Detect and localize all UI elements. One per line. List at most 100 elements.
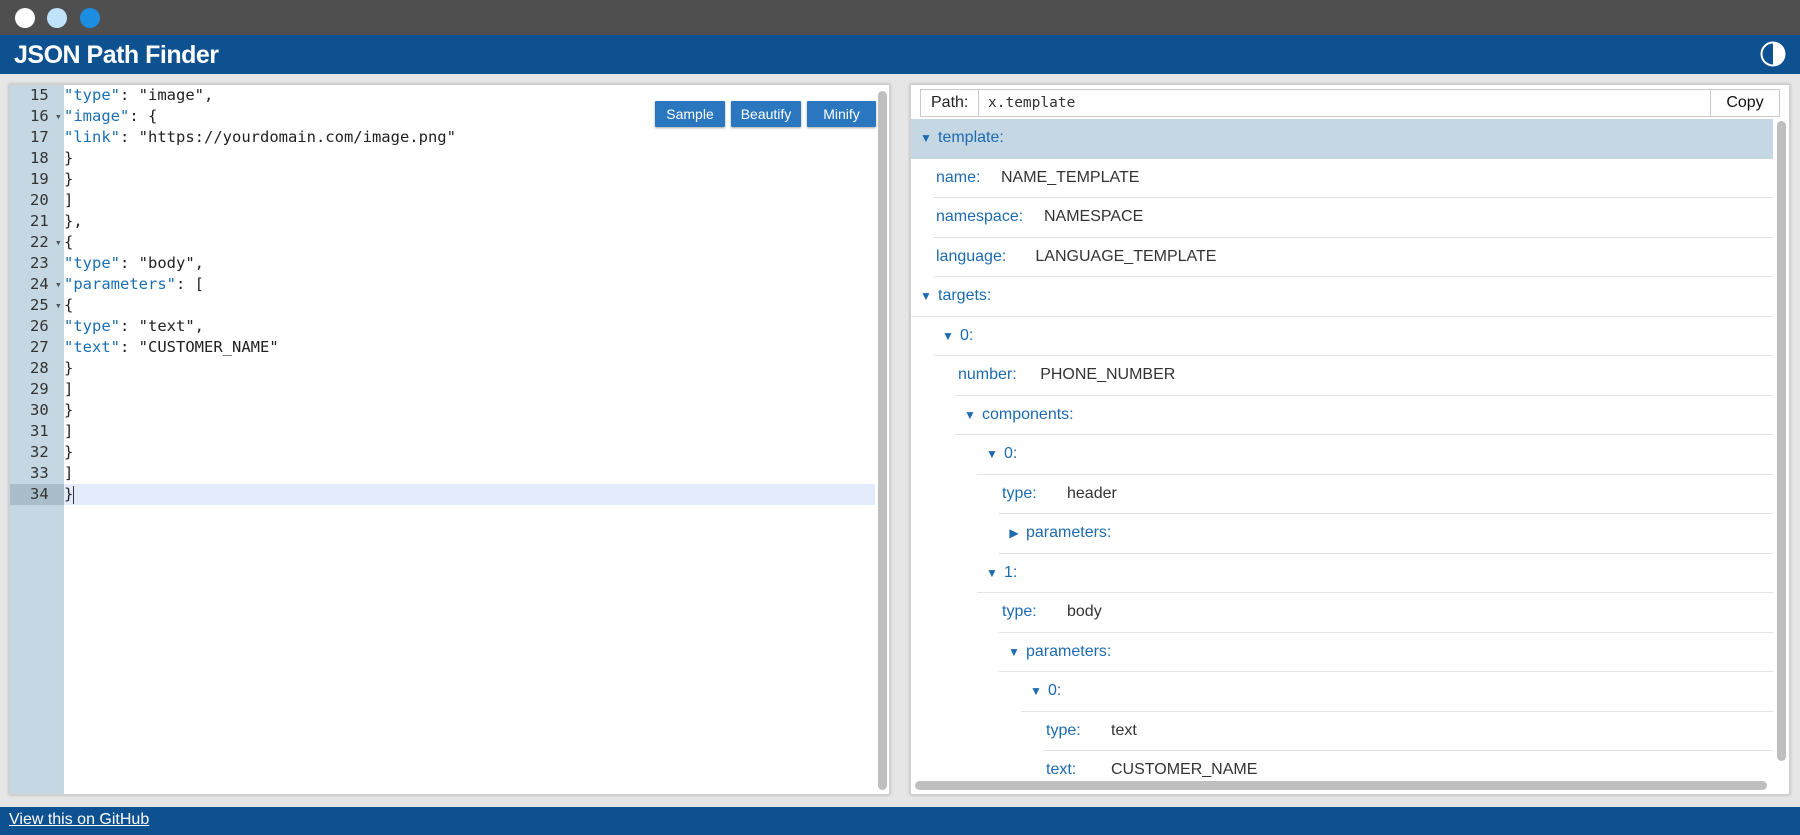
code-punct: : (120, 317, 139, 335)
tree-row[interactable]: language: LANGUAGE_TEMPLATE (933, 238, 1773, 277)
code-punct: : (120, 254, 139, 272)
tree-row[interactable]: namespace: NAMESPACE (933, 198, 1773, 238)
editor-vertical-scrollbar[interactable] (878, 91, 887, 790)
app-header: JSON Path Finder (0, 35, 1800, 74)
tree-key: 0: (1004, 445, 1018, 462)
main-area: 15 16 ▾ 17 18 19 20 21 22 ▾ 23 24 ▾ 25 ▾ 26 27 28 29 30 31 32… (0, 74, 1800, 807)
code-line[interactable]: "link": "https://yourdomain.com/image.pn… (64, 127, 875, 148)
tree-row[interactable]: type: header (999, 475, 1773, 514)
tree-row[interactable]: ▼ 0: (1021, 672, 1773, 712)
code-line[interactable]: } (64, 169, 875, 190)
code-line[interactable]: "type": "body", (64, 253, 875, 274)
tree-row[interactable]: name: NAME_TEMPLATE (933, 159, 1773, 198)
code-key: "type" (64, 86, 120, 104)
code-string: "image" (138, 86, 204, 104)
line-number-text: 15 (30, 86, 49, 104)
code-line[interactable]: } (64, 442, 875, 463)
tree-row[interactable]: ▼ targets: (911, 277, 1773, 317)
tree-key: 1: (1004, 563, 1018, 581)
json-editor[interactable]: 15 16 ▾ 17 18 19 20 21 22 ▾ 23 24 ▾ 25 ▾ 26 27 28 29 30 31 32… (9, 84, 890, 795)
line-number-text: 19 (30, 170, 49, 188)
caret-down-icon[interactable]: ▼ (1007, 633, 1021, 671)
tree-key: 0: (960, 326, 974, 344)
copy-button[interactable]: Copy (1710, 90, 1779, 116)
fold-caret-icon[interactable]: ▾ (55, 295, 62, 316)
code-line[interactable]: ] (64, 190, 875, 211)
path-bar: Path: Copy (920, 89, 1780, 117)
line-number: 34 (10, 484, 64, 505)
code-line[interactable]: ] (64, 463, 875, 484)
tree-row[interactable]: ▼ components: (955, 396, 1773, 435)
code-line[interactable]: "type": "text", (64, 316, 875, 337)
code-line[interactable]: { (64, 295, 875, 316)
line-number-text: 20 (30, 191, 49, 209)
tree-row[interactable]: ▼ 0: (977, 435, 1773, 475)
tree-row[interactable]: ▼ parameters: (999, 633, 1773, 672)
theme-toggle-icon[interactable] (1759, 40, 1787, 68)
line-number: 20 (10, 190, 64, 211)
code-area[interactable]: "type": "image", "image": {"link": "https… (64, 85, 875, 794)
tree-value: LANGUAGE_TEMPLATE (1035, 247, 1217, 265)
caret-down-icon[interactable]: ▼ (963, 396, 977, 434)
tree-row[interactable]: ▼ 1: (977, 554, 1773, 593)
caret-down-icon[interactable]: ▼ (985, 435, 999, 473)
line-number-text: 18 (30, 149, 49, 167)
window-minimize-button[interactable] (47, 8, 67, 28)
window-maximize-button[interactable] (80, 8, 100, 28)
tree-key: parameters: (1026, 524, 1112, 541)
fold-caret-icon[interactable]: ▾ (55, 106, 62, 127)
tree-row[interactable]: ▼ template: (911, 119, 1773, 159)
tree-row[interactable]: type: body (999, 593, 1773, 633)
caret-down-icon[interactable]: ▼ (919, 119, 933, 157)
line-number-gutter: 15 16 ▾ 17 18 19 20 21 22 ▾ 23 24 ▾ 25 ▾ 26 27 28 29 30 31 32… (10, 85, 64, 794)
window-close-button[interactable] (15, 8, 35, 28)
path-label: Path: (921, 90, 979, 116)
line-number-text: 25 (30, 296, 49, 314)
minify-button[interactable]: Minify (807, 101, 876, 127)
code-line[interactable]: ] (64, 379, 875, 400)
sample-button[interactable]: Sample (655, 101, 725, 127)
caret-down-icon[interactable]: ▼ (1029, 672, 1043, 710)
tree-row[interactable]: text: CUSTOMER_NAME (1043, 751, 1773, 779)
caret-right-icon[interactable]: ▶ (1007, 514, 1021, 552)
code-line[interactable]: ] (64, 421, 875, 442)
tree-value: body (1067, 603, 1102, 620)
line-number-text: 22 (30, 233, 49, 251)
json-tree: ▼ template: name: NAME_TEMPLATE namespace: NA… (911, 119, 1773, 779)
code-line[interactable]: } (64, 358, 875, 379)
tree-key: targets: (938, 287, 992, 304)
tree-key: language: (936, 247, 1007, 265)
code-line[interactable]: } (64, 148, 875, 169)
path-input[interactable] (979, 90, 1710, 116)
code-string: "CUSTOMER_NAME" (138, 338, 279, 356)
tree-horizontal-scrollbar[interactable] (915, 781, 1767, 790)
code-key: "type" (64, 317, 120, 335)
code-line[interactable]: { (64, 232, 875, 253)
tree-key: type: (1002, 484, 1037, 502)
code-line[interactable]: } (64, 484, 875, 505)
tree-row[interactable]: type: text (1043, 712, 1773, 751)
code-line[interactable]: } (64, 400, 875, 421)
line-number: 23 (10, 253, 64, 274)
tree-key: type: (1046, 721, 1081, 739)
line-number: 21 (10, 211, 64, 232)
tree-vertical-scrollbar[interactable] (1777, 121, 1786, 761)
caret-down-icon[interactable]: ▼ (941, 317, 955, 355)
fold-caret-icon[interactable]: ▾ (55, 274, 62, 295)
tree-row[interactable]: ▼ 0: (933, 317, 1773, 356)
tree-value: text (1111, 721, 1137, 739)
fold-caret-icon[interactable]: ▾ (55, 232, 62, 253)
tree-row[interactable]: ▶ parameters: (999, 514, 1773, 554)
tree-row[interactable]: number: PHONE_NUMBER (955, 356, 1773, 396)
beautify-button[interactable]: Beautify (731, 101, 801, 127)
line-number-text: 34 (30, 485, 49, 503)
code-line[interactable]: "text": "CUSTOMER_NAME" (64, 337, 875, 358)
code-line[interactable]: "parameters": [ (64, 274, 875, 295)
line-number: 24 ▾ (10, 274, 64, 295)
github-link[interactable]: View this on GitHub (9, 811, 149, 829)
code-punct: }, (64, 212, 83, 230)
caret-down-icon[interactable]: ▼ (985, 554, 999, 592)
code-line[interactable]: }, (64, 211, 875, 232)
line-number: 29 (10, 379, 64, 400)
caret-down-icon[interactable]: ▼ (919, 277, 933, 315)
